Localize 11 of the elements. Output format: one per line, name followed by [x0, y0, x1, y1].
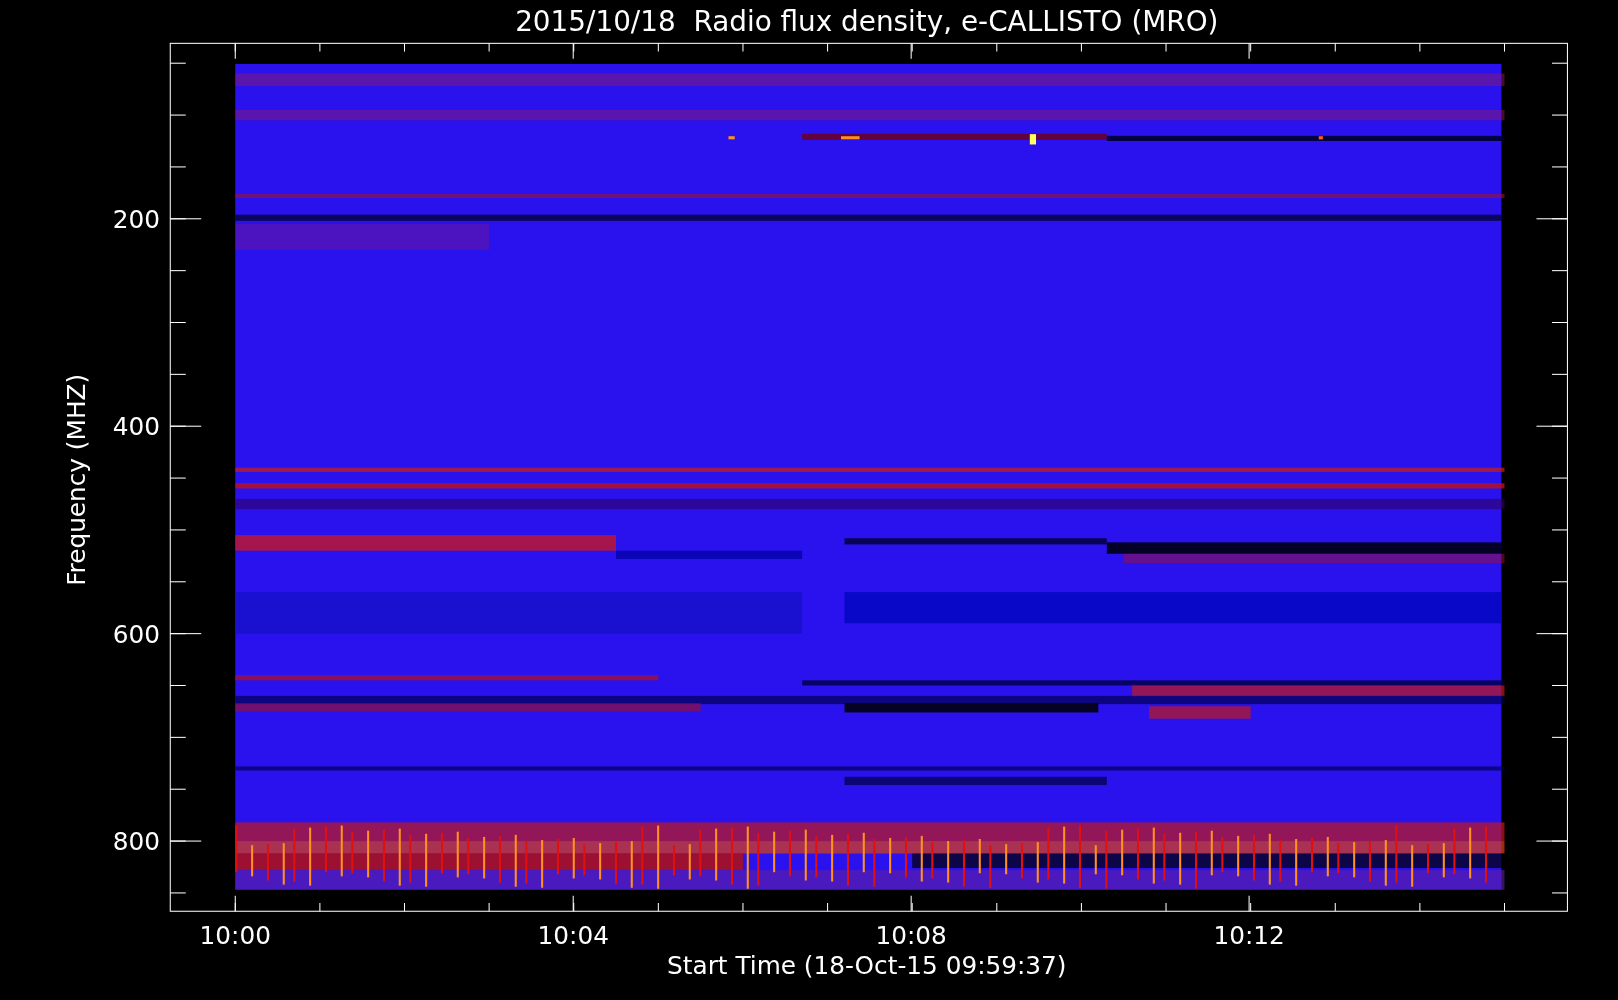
- x-tick-label: 10:08: [875, 921, 947, 951]
- x-axis-label: Start Time (18-Oct-15 09:59:37): [667, 951, 1067, 981]
- y-tick-label: 400: [112, 412, 160, 442]
- x-tick-label: 10:04: [537, 921, 609, 951]
- x-tick-label: 10:00: [199, 921, 271, 951]
- y-tick-label: 800: [112, 827, 160, 857]
- x-tick-label: 10:12: [1213, 921, 1285, 951]
- chart-title: 2015/10/18 Radio flux density, e-CALLISTO (MRO): [515, 4, 1219, 38]
- y-tick-label: 200: [112, 205, 160, 235]
- y-tick-label: 600: [112, 619, 160, 649]
- y-axis-label: Frequency (MHZ): [61, 373, 91, 586]
